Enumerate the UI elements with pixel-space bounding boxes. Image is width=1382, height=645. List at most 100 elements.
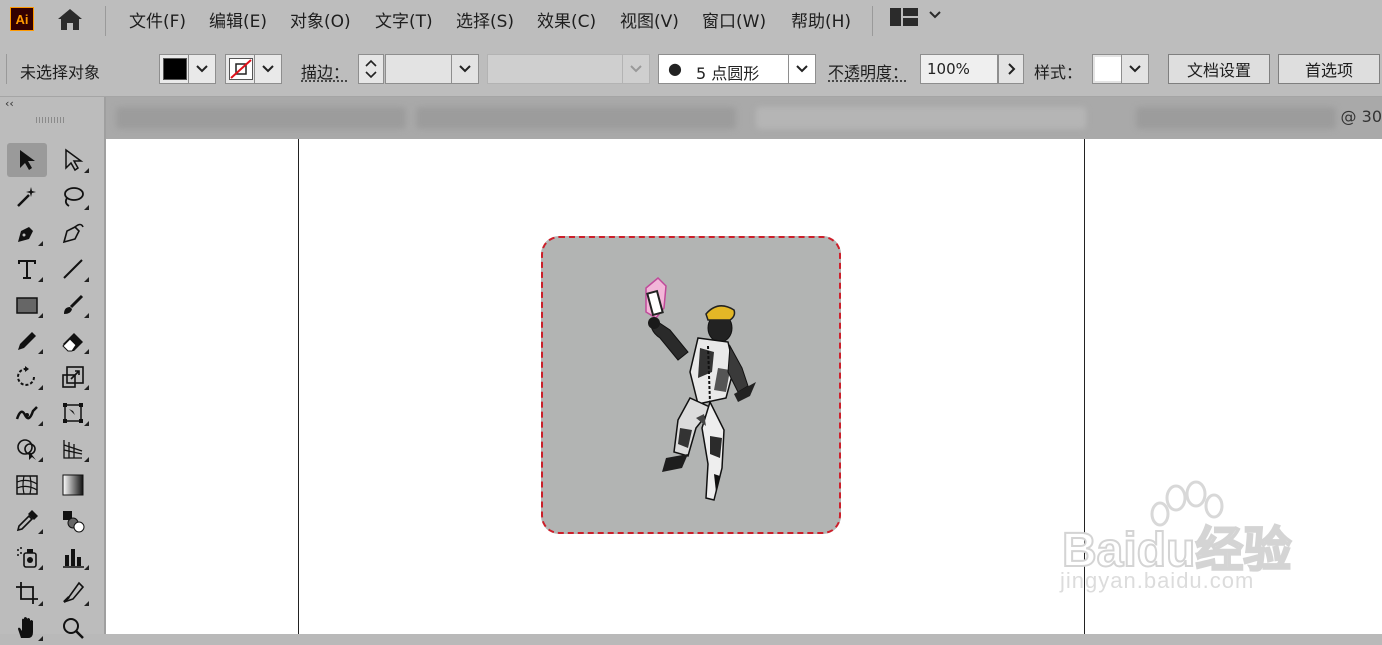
panel-grip[interactable] bbox=[36, 117, 66, 123]
bar-graph-icon bbox=[61, 545, 85, 569]
pencil-icon bbox=[15, 329, 39, 353]
menu-edit[interactable]: 编辑(E) bbox=[209, 7, 267, 32]
menu-window[interactable]: 窗口(W) bbox=[702, 7, 766, 32]
menu-view[interactable]: 视图(V) bbox=[620, 7, 679, 32]
rectangle-icon bbox=[15, 293, 39, 317]
hand-tool[interactable] bbox=[7, 611, 47, 645]
curvature-pen-icon bbox=[61, 221, 85, 245]
paintbrush-tool[interactable] bbox=[53, 288, 93, 322]
blend-tool[interactable] bbox=[53, 504, 93, 538]
up-down-arrows-icon bbox=[365, 59, 377, 79]
menu-bar: Ai 文件(F) 编辑(E) 对象(O) 文字(T) 选择(S) 效果(C) 视… bbox=[0, 0, 1382, 45]
stroke-swatch[interactable] bbox=[225, 54, 282, 84]
preferences-button[interactable]: 首选项 bbox=[1278, 54, 1380, 84]
menu-effect[interactable]: 效果(C) bbox=[537, 7, 596, 32]
opacity-label[interactable]: 不透明度： bbox=[828, 59, 908, 83]
type-tool[interactable] bbox=[7, 252, 47, 286]
scale-tool[interactable] bbox=[53, 360, 93, 394]
rotate-tool[interactable] bbox=[7, 360, 47, 394]
eraser-tool[interactable] bbox=[53, 324, 93, 358]
width-tool[interactable] bbox=[7, 396, 47, 430]
column-graph-tool[interactable] bbox=[53, 540, 93, 574]
fill-dropdown[interactable] bbox=[188, 55, 215, 83]
line-segment-tool[interactable] bbox=[53, 252, 93, 286]
character-illustration[interactable] bbox=[638, 268, 758, 503]
document-setup-button[interactable]: 文档设置 bbox=[1168, 54, 1270, 84]
pencil-tool[interactable] bbox=[7, 324, 47, 358]
lasso-tool[interactable] bbox=[53, 180, 93, 214]
style-swatch[interactable] bbox=[1095, 57, 1121, 81]
document-tab-blurred[interactable] bbox=[1136, 107, 1336, 129]
brush-definition[interactable]: ● 5 点圆形 bbox=[658, 54, 816, 84]
zoom-level: @ 30 bbox=[1341, 107, 1382, 126]
artboard-tool[interactable] bbox=[7, 576, 47, 610]
graphic-style-picker[interactable] bbox=[1092, 54, 1149, 84]
gradient-tool[interactable] bbox=[53, 468, 93, 502]
shape-builder-icon bbox=[15, 437, 39, 461]
lasso-icon bbox=[61, 185, 85, 209]
pen-tool[interactable] bbox=[7, 216, 47, 250]
paintbrush-icon bbox=[61, 293, 85, 317]
artboard-icon bbox=[15, 581, 39, 605]
chevron-down-icon bbox=[262, 65, 274, 73]
curvature-tool[interactable] bbox=[53, 216, 93, 250]
watermark-url: jingyan.baidu.com bbox=[1060, 568, 1254, 594]
chevron-down-icon bbox=[1129, 65, 1141, 73]
menu-select[interactable]: 选择(S) bbox=[456, 7, 514, 32]
menu-file[interactable]: 文件(F) bbox=[129, 7, 186, 32]
symbol-sprayer-tool[interactable] bbox=[7, 540, 47, 574]
selection-tool[interactable] bbox=[7, 143, 47, 177]
pen-nib-icon bbox=[15, 221, 39, 245]
document-tab-blurred[interactable] bbox=[416, 107, 736, 129]
opacity-expand-button[interactable] bbox=[998, 54, 1024, 84]
mesh-tool[interactable] bbox=[7, 468, 47, 502]
stroke-none-chip[interactable] bbox=[229, 58, 253, 80]
home-icon[interactable] bbox=[55, 6, 85, 32]
magic-wand-tool[interactable] bbox=[7, 180, 47, 214]
variable-width-profile[interactable] bbox=[487, 54, 650, 84]
stroke-weight-stepper[interactable] bbox=[358, 54, 384, 84]
panel-grip-icon[interactable] bbox=[4, 54, 10, 84]
fill-color-chip[interactable] bbox=[163, 58, 187, 80]
app-logo-text: Ai bbox=[16, 12, 29, 27]
perspective-grid-icon bbox=[61, 437, 85, 461]
hand-icon bbox=[15, 616, 39, 640]
stroke-weight-dropdown[interactable] bbox=[451, 55, 478, 83]
stroke-weight-field[interactable] bbox=[385, 54, 479, 84]
slice-knife-icon bbox=[61, 581, 85, 605]
zoom-tool[interactable] bbox=[53, 611, 93, 645]
free-transform-tool[interactable] bbox=[53, 396, 93, 430]
eyedropper-tool[interactable] bbox=[7, 504, 47, 538]
shape-builder-tool[interactable] bbox=[7, 432, 47, 466]
stroke-label[interactable]: 描边： bbox=[301, 59, 349, 83]
free-transform-icon bbox=[61, 401, 85, 425]
slice-tool[interactable] bbox=[53, 576, 93, 610]
stroke-dropdown[interactable] bbox=[254, 55, 281, 83]
document-tab-blurred[interactable] bbox=[116, 107, 406, 129]
chevron-down-icon bbox=[630, 65, 642, 73]
workspace-layout-icon[interactable] bbox=[890, 8, 918, 26]
chevron-down-icon[interactable] bbox=[928, 10, 942, 20]
style-dropdown[interactable] bbox=[1121, 55, 1148, 83]
brush-dot-icon: ● bbox=[668, 59, 682, 78]
menu-type[interactable]: 文字(T) bbox=[375, 7, 433, 32]
style-label: 样式： bbox=[1034, 59, 1082, 83]
fill-swatch[interactable] bbox=[159, 54, 216, 84]
direct-selection-tool[interactable] bbox=[53, 143, 93, 177]
tools-panel: ‹‹ bbox=[0, 97, 106, 634]
perspective-grid-tool[interactable] bbox=[53, 432, 93, 466]
menu-object[interactable]: 对象(O) bbox=[290, 7, 351, 32]
scale-icon bbox=[61, 365, 85, 389]
brush-dropdown[interactable] bbox=[788, 55, 815, 83]
brush-value: 5 点圆形 bbox=[696, 60, 759, 84]
gradient-icon bbox=[61, 473, 85, 497]
eraser-icon bbox=[61, 329, 85, 353]
hollow-arrow-icon bbox=[61, 148, 85, 172]
rectangle-tool[interactable] bbox=[7, 288, 47, 322]
rounded-rectangle-object[interactable] bbox=[541, 236, 841, 534]
collapse-panel-icon[interactable]: ‹‹ bbox=[5, 97, 14, 110]
document-tab-blurred[interactable] bbox=[756, 107, 1086, 129]
profile-dropdown[interactable] bbox=[622, 55, 649, 83]
menu-help[interactable]: 帮助(H) bbox=[791, 7, 851, 32]
opacity-field[interactable]: 100% bbox=[920, 54, 998, 84]
